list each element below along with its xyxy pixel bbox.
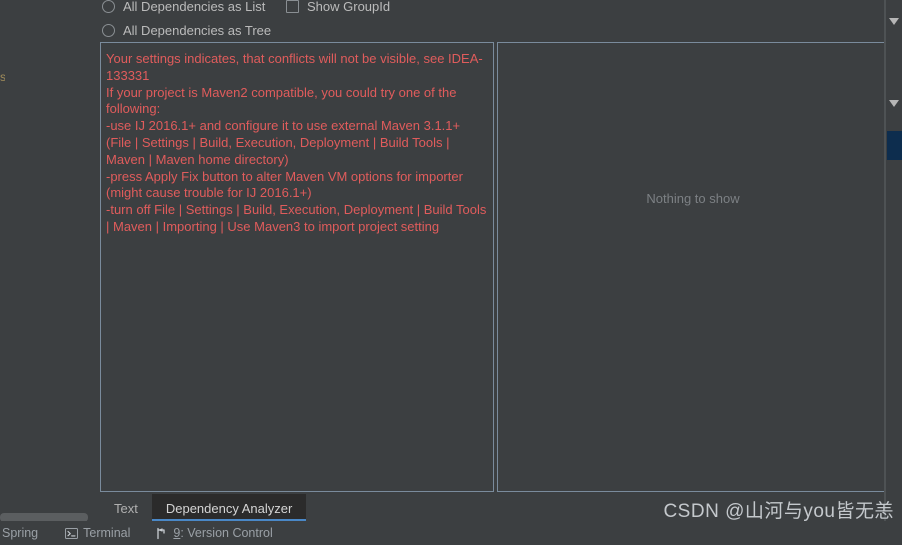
status-item-spring[interactable]: Spring [0, 526, 38, 540]
radio-label-all-dependencies-as-tree: All Dependencies as Tree [123, 22, 272, 38]
dependency-list-panel[interactable]: Your settings indicates, that conflicts … [100, 42, 494, 492]
radio-label-all-dependencies-as-list: All Dependencies as List [123, 0, 266, 14]
radio-circle-icon [102, 0, 115, 13]
right-marker-gutter[interactable] [885, 0, 902, 522]
status-label-spring: Spring [2, 526, 39, 540]
tab-dependency-analyzer[interactable]: Dependency Analyzer [151, 494, 307, 522]
chevron-down-icon[interactable] [889, 18, 899, 25]
chevron-down-icon[interactable] [889, 100, 899, 107]
radio-all-dependencies-as-tree[interactable]: All Dependencies as Tree [102, 21, 271, 39]
dependency-view-options: All Dependencies as List All Dependencie… [0, 0, 902, 39]
tab-dependency-analyzer-label: Dependency Analyzer [165, 500, 293, 516]
status-label-version-control: 9: Version Control [173, 526, 272, 540]
status-item-version-control[interactable]: 9: Version Control [154, 526, 273, 540]
ide-dependency-analyzer-window: s All Dependencies as List All Dependenc… [0, 0, 902, 545]
status-label-terminal: Terminal [83, 526, 131, 540]
radio-circle-icon [102, 23, 115, 37]
maven-conflict-warning-text: Your settings indicates, that conflicts … [106, 51, 487, 234]
tab-text-label: Text [114, 500, 138, 516]
dependency-detail-panel[interactable]: Nothing to show [497, 42, 889, 492]
gutter-highlight-block[interactable] [887, 131, 902, 160]
status-vcs-rest: : Version Control [180, 526, 273, 540]
radio-all-dependencies-as-list[interactable]: All Dependencies as List [102, 0, 265, 15]
tab-text[interactable]: Text [100, 494, 152, 522]
empty-state-message: Nothing to show [646, 191, 740, 206]
left-edge-text-fragment: s [0, 70, 5, 84]
status-bar: Spring Terminal 9: Version Control [0, 521, 902, 545]
editor-view-tabs: Text Dependency Analyzer [100, 494, 307, 522]
csdn-watermark: CSDN @山河与you皆无恙 [663, 501, 894, 522]
status-item-terminal[interactable]: Terminal [64, 526, 130, 540]
branch-icon [154, 526, 168, 540]
checkbox-square-icon [286, 0, 299, 13]
checkbox-show-groupid[interactable]: Show GroupId [286, 0, 390, 15]
terminal-icon [64, 526, 78, 540]
checkbox-label-show-groupid: Show GroupId [307, 0, 391, 14]
